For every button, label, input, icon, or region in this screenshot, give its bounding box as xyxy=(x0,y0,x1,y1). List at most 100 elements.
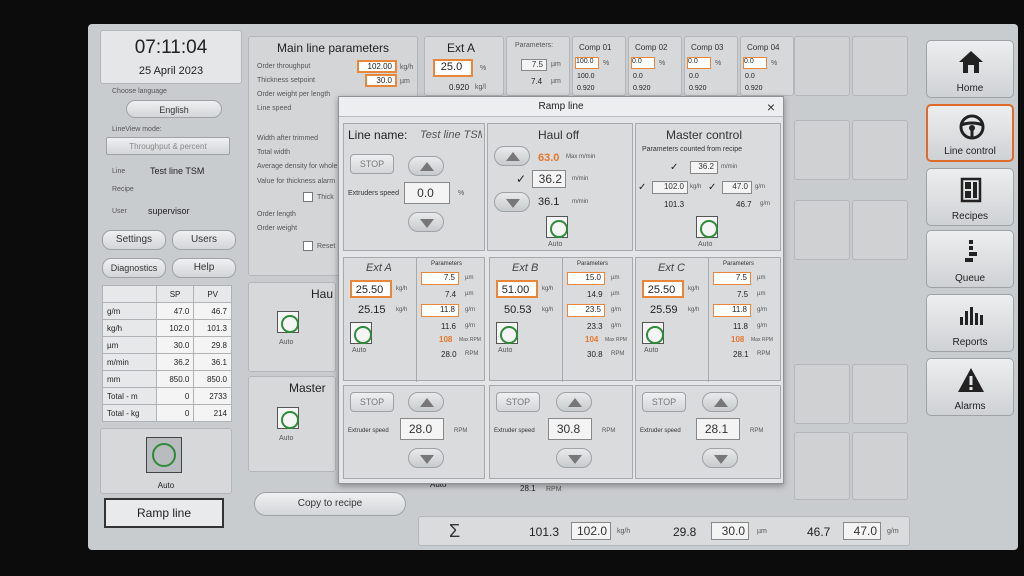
total-sp-3[interactable]: 47.0 xyxy=(843,522,881,540)
master-throughput-input[interactable]: 102.0 xyxy=(652,181,688,194)
haul-off-down-arrow[interactable] xyxy=(494,192,530,212)
haul-off-sp-input[interactable]: 36.2 xyxy=(532,170,566,188)
nav-reports[interactable]: Reports xyxy=(926,294,1014,352)
settings-button[interactable]: Settings xyxy=(102,230,166,250)
ext-c-max-rpm: 108 xyxy=(731,335,745,344)
comp-02-title: Comp 02 xyxy=(635,43,668,52)
ext-b-auto-icon[interactable] xyxy=(496,322,518,344)
thick-checkbox[interactable] xyxy=(303,192,313,202)
table-cell: 850.0 xyxy=(155,370,195,388)
help-button[interactable]: Help xyxy=(172,258,236,278)
queue-icon xyxy=(965,240,977,262)
ext-b-params-title: Parameters xyxy=(577,261,609,267)
ext-a-section: Ext A 25.50 kg/h 25.15 kg/h Auto Paramet… xyxy=(343,257,485,382)
master-bg-title: Master xyxy=(289,381,326,395)
ext-a-stop-button[interactable]: STOP xyxy=(350,392,394,412)
table-cell: 46.7 xyxy=(193,302,232,320)
ramp-line-button[interactable]: Ramp line xyxy=(104,498,224,528)
ext-c-sp-input[interactable]: 25.50 xyxy=(642,280,684,298)
total-sp-1[interactable]: 102.0 xyxy=(571,522,611,540)
comp-03-v1[interactable]: 0.0 xyxy=(687,57,711,69)
language-button[interactable]: English xyxy=(126,100,222,118)
comp-02-pct: % xyxy=(659,60,666,67)
nav-line-control[interactable]: Line control xyxy=(926,104,1014,162)
comp-04-v1[interactable]: 0.0 xyxy=(743,57,767,69)
ext-a-rpm: 28.0 xyxy=(441,350,457,359)
ext-c-auto-icon[interactable] xyxy=(642,322,664,344)
clock-panel: 07:11:04 25 April 2023 xyxy=(100,30,242,84)
hmi-screen: 07:11:04 25 April 2023 Choose language E… xyxy=(88,24,1018,550)
grid-cell xyxy=(852,200,908,260)
grid-cell xyxy=(794,432,850,500)
master-weight-input[interactable]: 47.0 xyxy=(722,181,752,194)
master-auto-icon[interactable] xyxy=(277,407,299,429)
ext-c-sp-unit: kg/h xyxy=(688,286,700,292)
nav-queue-label: Queue xyxy=(954,273,986,284)
ext-a-top-density: 0.920 xyxy=(449,83,470,92)
master-bg-panel: Master Auto xyxy=(248,376,336,472)
comp-02-v3: 0.920 xyxy=(633,85,651,92)
nav-recipes[interactable]: Recipes xyxy=(926,168,1014,226)
users-button[interactable]: Users xyxy=(172,230,236,250)
reset-checkbox[interactable] xyxy=(303,241,313,251)
auto-panel: Auto xyxy=(100,428,232,494)
ext-a-p3-unit: g/m xyxy=(465,307,476,313)
lineview-mode-button[interactable]: Throughput & percent xyxy=(106,137,230,155)
thickness-setpoint-input[interactable]: 30.0 xyxy=(365,74,397,87)
params-top-p1[interactable]: 7.5 xyxy=(521,59,547,71)
ext-b-speed-down-arrow[interactable] xyxy=(556,448,592,468)
master-line-speed-input[interactable]: 36.2 xyxy=(690,161,718,174)
ext-c-p3-input[interactable]: 11.8 xyxy=(713,304,751,317)
ext-a-p3-input[interactable]: 11.8 xyxy=(421,304,459,317)
ext-c-speed-input[interactable]: 28.1 xyxy=(696,418,740,440)
order-throughput-input[interactable]: 102.00 xyxy=(357,60,397,73)
ext-c-p1-unit: µm xyxy=(757,275,766,281)
extruders-speed-down-arrow[interactable] xyxy=(408,212,444,232)
master-auto-icon[interactable] xyxy=(696,216,718,238)
ext-b-p2: 14.9 xyxy=(587,290,603,299)
ext-c-title: Ext C xyxy=(658,262,685,274)
comp-04-title: Comp 04 xyxy=(747,43,780,52)
ext-c-stop-button[interactable]: STOP xyxy=(642,392,686,412)
total-sp-2[interactable]: 30.0 xyxy=(711,522,749,540)
haul-auto-icon[interactable] xyxy=(277,311,299,333)
ext-a-sp-input[interactable]: 25.50 xyxy=(350,280,392,298)
auto-toggle[interactable] xyxy=(146,437,182,473)
ext-a-speed-input[interactable]: 28.0 xyxy=(400,418,444,440)
ext-c-pv: 25.59 xyxy=(650,304,678,316)
grid-cell xyxy=(852,36,908,96)
comp-01-v1[interactable]: 100.0 xyxy=(575,57,599,69)
ext-b-speed-up-arrow[interactable] xyxy=(556,392,592,412)
ext-a-top-input[interactable]: 25.0 xyxy=(433,59,473,77)
ext-b-stop-button[interactable]: STOP xyxy=(496,392,540,412)
ext-a-speed-up-arrow[interactable] xyxy=(408,392,444,412)
extruders-speed-up-arrow[interactable] xyxy=(408,156,444,176)
nav-home[interactable]: Home xyxy=(926,40,1014,98)
haul-off-auto-icon[interactable] xyxy=(546,216,568,238)
ext-b-speed-input[interactable]: 30.8 xyxy=(548,418,592,440)
ext-c-p1-input[interactable]: 7.5 xyxy=(713,272,751,285)
ext-b-p3-input[interactable]: 23.5 xyxy=(567,304,605,317)
field-line-speed: Line speed xyxy=(257,105,292,112)
dialog-close-button[interactable]: × xyxy=(767,99,775,115)
haul-off-pv-value: 36.1 xyxy=(538,196,560,208)
ext-b-p1-input[interactable]: 15.0 xyxy=(567,272,605,285)
table-cell: 36.2 xyxy=(155,353,195,371)
extruders-speed-input[interactable]: 0.0 xyxy=(404,182,450,204)
haul-off-up-arrow[interactable] xyxy=(494,146,530,166)
diagnostics-button[interactable]: Diagnostics xyxy=(102,258,166,278)
ext-c-speed-up-arrow[interactable] xyxy=(702,392,738,412)
nav-alarms[interactable]: Alarms xyxy=(926,358,1014,416)
ext-a-speed-down-arrow[interactable] xyxy=(408,448,444,468)
ext-a-speed-unit: RPM xyxy=(454,428,468,434)
ext-b-sp-input[interactable]: 51.00 xyxy=(496,280,538,298)
ext-a-p1-input[interactable]: 7.5 xyxy=(421,272,459,285)
ext-a-rpm-unit: RPM xyxy=(465,351,479,357)
ext-c-speed-down-arrow[interactable] xyxy=(702,448,738,468)
ext-a-auto-icon[interactable] xyxy=(350,322,372,344)
stop-all-button[interactable]: STOP xyxy=(350,154,394,174)
comp-02-v1[interactable]: 0.0 xyxy=(631,57,655,69)
ext-b-max-rpm-unit: Max RPM xyxy=(605,337,627,343)
copy-to-recipe-button[interactable]: Copy to recipe xyxy=(254,492,406,516)
nav-queue[interactable]: Queue xyxy=(926,230,1014,288)
